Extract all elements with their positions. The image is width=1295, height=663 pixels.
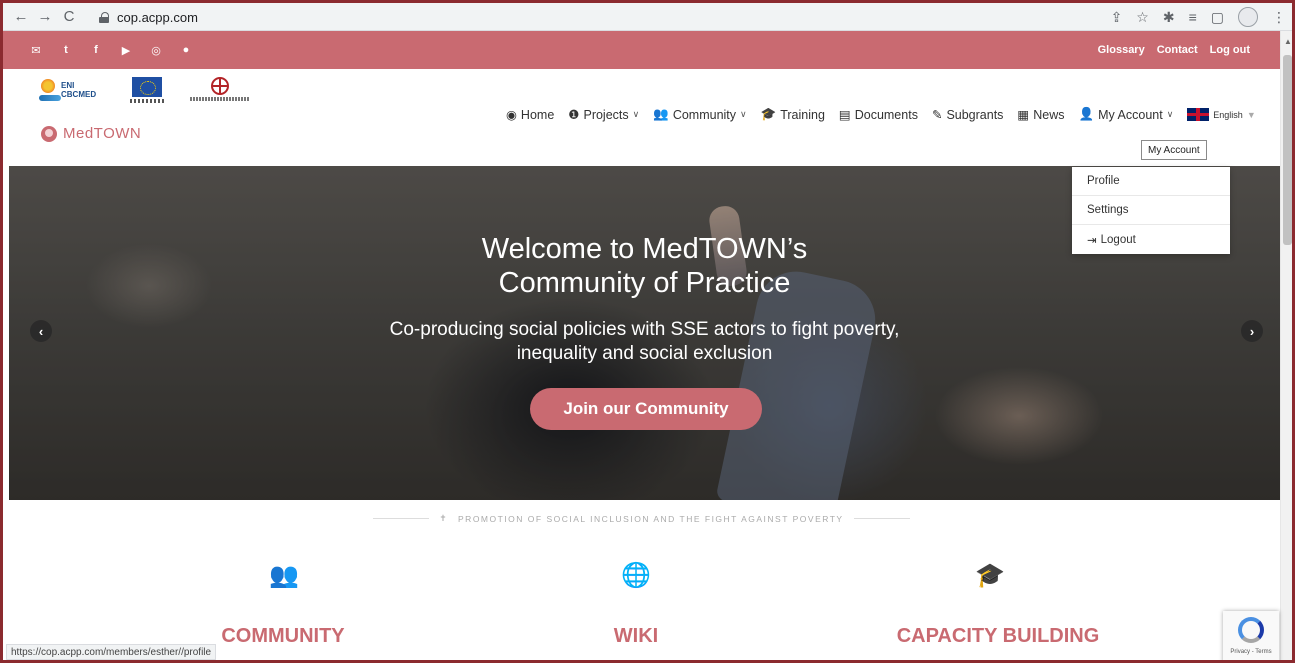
medtown-logo-icon — [41, 125, 57, 142]
share-icon[interactable]: ⇪ — [1111, 9, 1123, 26]
location-icon[interactable]: ● — [179, 44, 193, 57]
dropdown-item-profile[interactable]: Profile — [1072, 167, 1230, 196]
uk-flag-icon — [1187, 108, 1210, 121]
nav-my-account[interactable]: 👤 My Account ∨ — [1079, 107, 1174, 122]
nav-news[interactable]: ▦ News — [1017, 107, 1064, 123]
capacity-graduation-cap-icon: 🎓 — [975, 562, 1005, 589]
scrollbar-thumb[interactable] — [1283, 55, 1292, 245]
site-header: ENI CBCMED MedTOWN ◉ Home ❶ Projects ∨ 👥 Com… — [3, 69, 1280, 165]
twitter-icon[interactable]: t — [59, 44, 73, 57]
chevron-down-icon: ∨ — [740, 109, 747, 119]
scroll-up-arrow-icon[interactable]: ▲ — [1284, 37, 1292, 46]
partner-logos: ENI CBCMED — [39, 77, 251, 107]
brand-name: MedTOWN — [63, 125, 142, 142]
carousel-prev-arrow-icon[interactable]: ‹ — [30, 320, 52, 342]
join-community-button[interactable]: Join our Community — [530, 388, 762, 430]
community-users-icon: 👥 — [269, 562, 299, 589]
recaptcha-terms: Privacy - Terms — [1230, 649, 1272, 655]
url-text: cop.acpp.com — [117, 9, 198, 25]
glossary-link[interactable]: Glossary — [1098, 44, 1145, 56]
language-selector[interactable]: English ▼ — [1187, 108, 1256, 121]
social-links: ✉ t f ▶ ◎ ● — [29, 44, 193, 57]
graduation-cap-icon: 🎓 — [760, 107, 777, 121]
users-icon: 👥 — [653, 107, 669, 121]
chevron-down-icon: ∨ — [1166, 109, 1174, 119]
dropdown-item-settings[interactable]: Settings — [1072, 196, 1230, 225]
feature-title-capacity-building[interactable]: CAPACITY BUILDING — [883, 625, 1113, 648]
browser-actions: ⇪ ☆ ✱ ≡ ▢ ⋮ — [1111, 6, 1286, 28]
feature-title-wiki[interactable]: WIKI — [591, 625, 681, 648]
feature-title-community[interactable]: COMMUNITY — [211, 625, 355, 648]
sardinia-region-logo[interactable] — [189, 77, 251, 105]
nav-documents[interactable]: ▤ Documents — [838, 107, 918, 123]
nav-training[interactable]: 🎓 Training — [761, 107, 825, 122]
email-icon[interactable]: ✉ — [29, 44, 43, 57]
my-account-dropdown: Profile Settings ⇥ Logout — [1072, 167, 1230, 254]
side-panel-icon[interactable]: ▢ — [1211, 9, 1224, 26]
tagline-icon: ✝ — [439, 513, 449, 523]
nav-subgrants[interactable]: ✎ Subgrants — [931, 107, 1003, 123]
instagram-icon[interactable]: ◎ — [149, 44, 163, 57]
chevron-down-icon: ∨ — [632, 109, 640, 119]
caret-down-icon: ▼ — [1246, 109, 1256, 120]
main-navigation: ◉ Home ❶ Projects ∨ 👥 Community ∨ 🎓 Training ▤… — [506, 107, 1256, 122]
my-account-tooltip: My Account — [1141, 140, 1207, 160]
recaptcha-badge[interactable]: Privacy - Terms — [1223, 611, 1279, 660]
nav-projects[interactable]: ❶ Projects ∨ — [568, 107, 640, 123]
divider — [373, 518, 430, 519]
info-icon: ❶ — [568, 108, 580, 122]
profile-avatar[interactable] — [1238, 7, 1258, 27]
logout-link[interactable]: Log out — [1210, 44, 1250, 56]
contact-link[interactable]: Contact — [1157, 44, 1198, 56]
home-icon: ◉ — [506, 108, 517, 122]
utility-links: Glossary Contact Log out — [1098, 31, 1250, 69]
address-bar[interactable]: cop.acpp.com — [99, 6, 1159, 28]
hero-subtitle: Co-producing social policies with SSE ac… — [389, 319, 900, 364]
site-brand[interactable]: MedTOWN — [41, 125, 141, 142]
reload-icon[interactable]: C — [57, 5, 81, 29]
document-icon: ▤ — [838, 108, 851, 122]
sign-out-icon: ⇥ — [1087, 234, 1097, 247]
dropdown-item-logout[interactable]: ⇥ Logout — [1072, 225, 1230, 254]
bookmark-star-icon[interactable]: ☆ — [1136, 9, 1149, 26]
reading-list-icon[interactable]: ≡ — [1189, 9, 1197, 25]
carousel-next-arrow-icon[interactable]: › — [1241, 320, 1263, 342]
eni-cbcmed-logo[interactable]: ENI CBCMED — [39, 77, 105, 107]
edit-icon: ✎ — [931, 108, 943, 122]
divider — [853, 518, 910, 519]
youtube-icon[interactable]: ▶ — [119, 44, 133, 57]
newspaper-icon: ▦ — [1017, 108, 1030, 122]
wiki-globe-icon: 🌐 — [621, 562, 651, 589]
page-scrollbar[interactable]: ▲ — [1280, 31, 1292, 660]
top-utility-bar: ✉ t f ▶ ◎ ● Glossary Contact Log out — [3, 31, 1280, 69]
section-tagline: ✝ PROMOTION OF SOCIAL INCLUSION AND THE … — [3, 513, 1280, 524]
user-icon: 👤 — [1078, 107, 1095, 121]
nav-community[interactable]: 👥 Community ∨ — [653, 107, 746, 122]
link-status-bar: https://cop.acpp.com/members/esther//pro… — [6, 644, 217, 660]
nav-home[interactable]: ◉ Home — [506, 107, 554, 123]
recaptcha-icon — [1238, 617, 1264, 643]
extensions-icon[interactable]: ✱ — [1163, 9, 1175, 26]
back-icon[interactable]: ← — [9, 5, 33, 29]
european-union-logo[interactable] — [129, 77, 165, 105]
forward-icon[interactable]: → — [33, 5, 57, 29]
facebook-icon[interactable]: f — [89, 44, 103, 57]
kebab-menu-icon[interactable]: ⋮ — [1272, 9, 1286, 26]
screenshot-frame: ← → C cop.acpp.com ⇪ ☆ ✱ ≡ ▢ ⋮ ✉ t f ▶ ◎… — [0, 0, 1295, 663]
browser-toolbar: ← → C cop.acpp.com ⇪ ☆ ✱ ≡ ▢ ⋮ — [3, 3, 1292, 31]
lock-icon — [99, 11, 109, 23]
